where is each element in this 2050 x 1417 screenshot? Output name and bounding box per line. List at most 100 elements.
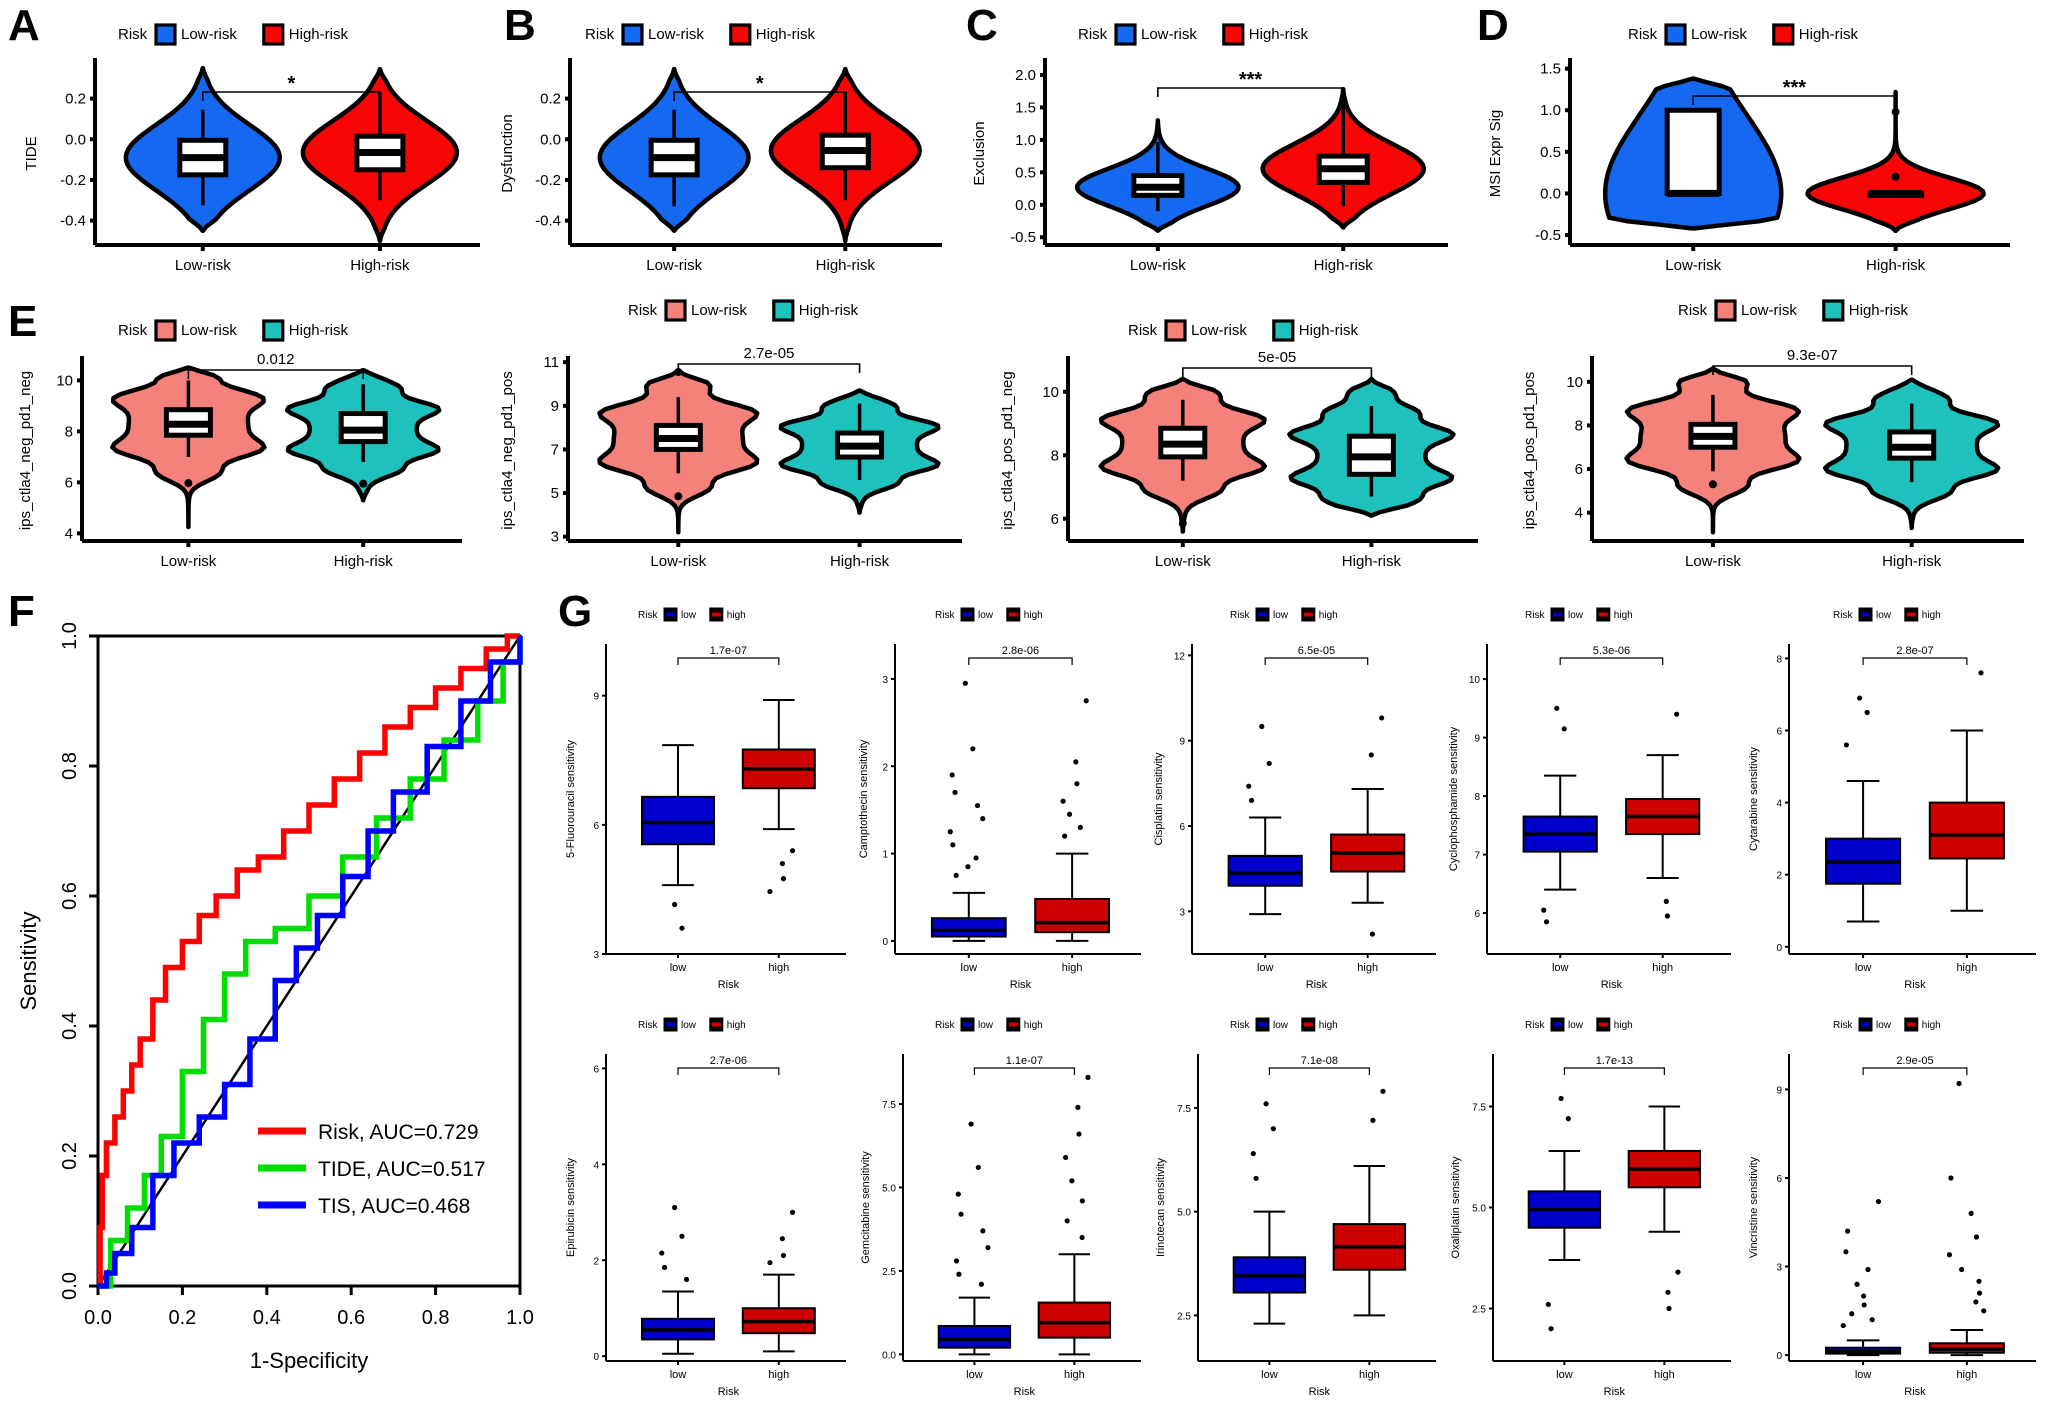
svg-text:Low-risk: Low-risk	[1141, 26, 1197, 43]
svg-text:low: low	[1273, 610, 1289, 621]
svg-text:ips_ctla4_pos_pd1_pos: ips_ctla4_pos_pd1_pos	[1521, 372, 1538, 530]
svg-text:Risk: Risk	[1601, 979, 1623, 991]
svg-text:TIDE: TIDE	[23, 136, 40, 170]
svg-text:ips_ctla4_neg_pd1_pos: ips_ctla4_neg_pd1_pos	[499, 371, 516, 529]
svg-text:Risk: Risk	[1904, 979, 1926, 991]
svg-text:7.5: 7.5	[1472, 1103, 1486, 1114]
svg-text:2.5: 2.5	[1177, 1311, 1191, 1322]
panel-G10-svg: Risk low high 0 3 6 9 Vincristine sensitivity lo…	[1748, 1017, 2036, 1398]
svg-text:12: 12	[1174, 651, 1186, 662]
svg-text:low: low	[681, 1020, 697, 1031]
panel-A: Risk Low-risk High-risk -0.4 -0.2 0.0 0.2 TIDE L…	[0, 0, 500, 290]
svg-text:high: high	[1024, 1020, 1043, 1031]
svg-text:1.5: 1.5	[1540, 61, 1561, 78]
svg-text:Risk: Risk	[638, 1020, 658, 1031]
svg-text:High-risk: High-risk	[1249, 26, 1309, 43]
svg-text:-0.5: -0.5	[1535, 227, 1561, 244]
svg-text:1.7e-13: 1.7e-13	[1596, 1055, 1633, 1067]
svg-text:0.012: 0.012	[257, 351, 295, 368]
svg-text:High-risk: High-risk	[799, 302, 859, 319]
svg-text:0.6: 0.6	[337, 1307, 365, 1329]
svg-text:2.9e-05: 2.9e-05	[1896, 1055, 1933, 1067]
svg-text:High-risk: High-risk	[1882, 553, 1942, 570]
svg-text:6: 6	[65, 474, 73, 491]
panel-G5: Risk low high 0 2 4 6 8 Cytarabine sensitivity lo…	[1745, 596, 2050, 1006]
panel-G6-svg: Risk low high 0 2 4 6 Epirubicin sensitivity low…	[565, 1017, 846, 1398]
svg-text:0.0: 0.0	[882, 1350, 896, 1361]
svg-text:Low-risk: Low-risk	[646, 257, 702, 274]
svg-text:2.7e-06: 2.7e-06	[710, 1055, 747, 1067]
panel-G3-svg: Risk low high 3 6 9 12 Cisplatin sensitivity low…	[1153, 607, 1436, 991]
svg-text:Risk: Risk	[638, 610, 658, 621]
svg-text:ips_ctla4_pos_pd1_neg: ips_ctla4_pos_pd1_neg	[999, 371, 1016, 529]
svg-text:8: 8	[65, 423, 73, 440]
svg-text:Risk: Risk	[1014, 1386, 1036, 1398]
svg-text:6: 6	[593, 1064, 599, 1075]
svg-text:*: *	[287, 73, 295, 95]
svg-text:2.0: 2.0	[1015, 67, 1036, 84]
svg-text:High-risk: High-risk	[1799, 26, 1859, 43]
svg-text:1-Specificity: 1-Specificity	[250, 1348, 369, 1373]
svg-text:high: high	[1064, 1369, 1085, 1381]
svg-text:low: low	[961, 962, 978, 974]
svg-text:high: high	[1357, 962, 1378, 974]
svg-text:1.0: 1.0	[506, 1307, 534, 1329]
svg-text:0.0: 0.0	[1015, 197, 1036, 214]
svg-text:MSI Expr Sig: MSI Expr Sig	[1487, 110, 1504, 198]
svg-text:High-risk: High-risk	[1342, 553, 1402, 570]
panel-E2-svg: Risk Low-risk High-risk 3 5 7 9 11 ips_ctla4_neg…	[499, 299, 962, 570]
svg-text:high: high	[727, 1020, 746, 1031]
panel-B: Risk Low-risk High-risk -0.4 -0.2 0.0 0.2 Dysfu…	[480, 0, 960, 290]
svg-text:Low-risk: Low-risk	[648, 26, 704, 43]
svg-text:Risk: Risk	[1230, 610, 1250, 621]
svg-text:Risk: Risk	[1230, 1020, 1250, 1031]
svg-text:8: 8	[1051, 447, 1059, 464]
svg-text:low: low	[1556, 1369, 1573, 1381]
svg-text:High-risk: High-risk	[289, 26, 349, 43]
svg-text:low: low	[1876, 1020, 1892, 1031]
svg-text:Risk: Risk	[1604, 1386, 1626, 1398]
svg-text:Cytarabine sensitivity: Cytarabine sensitivity	[1748, 747, 1760, 851]
svg-text:Risk: Risk	[1078, 26, 1108, 43]
svg-text:8: 8	[1776, 654, 1782, 665]
svg-text:5e-05: 5e-05	[1258, 349, 1296, 366]
svg-text:0.4: 0.4	[253, 1307, 281, 1329]
svg-text:high: high	[1614, 610, 1633, 621]
svg-text:3: 3	[882, 675, 888, 686]
svg-text:Risk: Risk	[118, 26, 148, 43]
svg-text:9: 9	[551, 398, 559, 415]
svg-text:*: *	[756, 73, 764, 95]
svg-text:Low-risk: Low-risk	[181, 322, 237, 339]
svg-text:ips_ctla4_neg_pd1_neg: ips_ctla4_neg_pd1_neg	[17, 371, 34, 530]
svg-text:high: high	[1654, 1369, 1675, 1381]
svg-text:6: 6	[1179, 822, 1185, 833]
panel-C: Risk Low-risk High-risk -0.5 0.0 0.5 1.0 1.5 2.0…	[950, 0, 1470, 290]
svg-text:low: low	[1261, 1369, 1278, 1381]
panel-E4: Risk Low-risk High-risk 4 6 8 10 ips_ctla4_pos_…	[1500, 296, 2050, 586]
svg-text:Low-risk: Low-risk	[1155, 553, 1211, 570]
svg-text:6.5e-05: 6.5e-05	[1298, 645, 1335, 657]
panel-B-svg: Risk Low-risk High-risk -0.4 -0.2 0.0 0.2 Dysfu…	[499, 23, 942, 274]
panel-E2: Risk Low-risk High-risk 3 5 7 9 11 ips_ctla4_neg…	[480, 296, 980, 586]
svg-text:high: high	[768, 1369, 789, 1381]
svg-text:7.5: 7.5	[1177, 1104, 1191, 1115]
svg-text:high: high	[1652, 962, 1673, 974]
svg-text:High-risk: High-risk	[756, 26, 816, 43]
svg-text:1.1e-07: 1.1e-07	[1006, 1055, 1043, 1067]
svg-text:High-risk: High-risk	[1866, 257, 1926, 274]
svg-text:low: low	[1855, 1369, 1872, 1381]
svg-text:2: 2	[882, 762, 888, 773]
svg-text:4: 4	[65, 525, 73, 542]
panel-G10: Risk low high 0 3 6 9 Vincristine sensitivity lo…	[1745, 1006, 2050, 1417]
panel-A-svg: Risk Low-risk High-risk -0.4 -0.2 0.0 0.2 TIDE L…	[23, 23, 480, 274]
panel-G5-svg: Risk low high 0 2 4 6 8 Cytarabine sensitivity lo…	[1748, 607, 2036, 991]
svg-text:0.2: 0.2	[59, 1142, 81, 1170]
svg-text:0.2: 0.2	[540, 91, 561, 108]
svg-text:Risk: Risk	[935, 610, 955, 621]
svg-text:high: high	[1956, 1369, 1977, 1381]
svg-text:low: low	[966, 1369, 983, 1381]
panel-G9: Risk low high 2.5 5.0 7.5 Oxaliplatin sensitiv…	[1445, 1006, 1745, 1417]
svg-text:high: high	[768, 962, 789, 974]
svg-text:0.5: 0.5	[1540, 144, 1561, 161]
svg-text:Oxaliplatin sensitivity: Oxaliplatin sensitivity	[1450, 1156, 1462, 1259]
